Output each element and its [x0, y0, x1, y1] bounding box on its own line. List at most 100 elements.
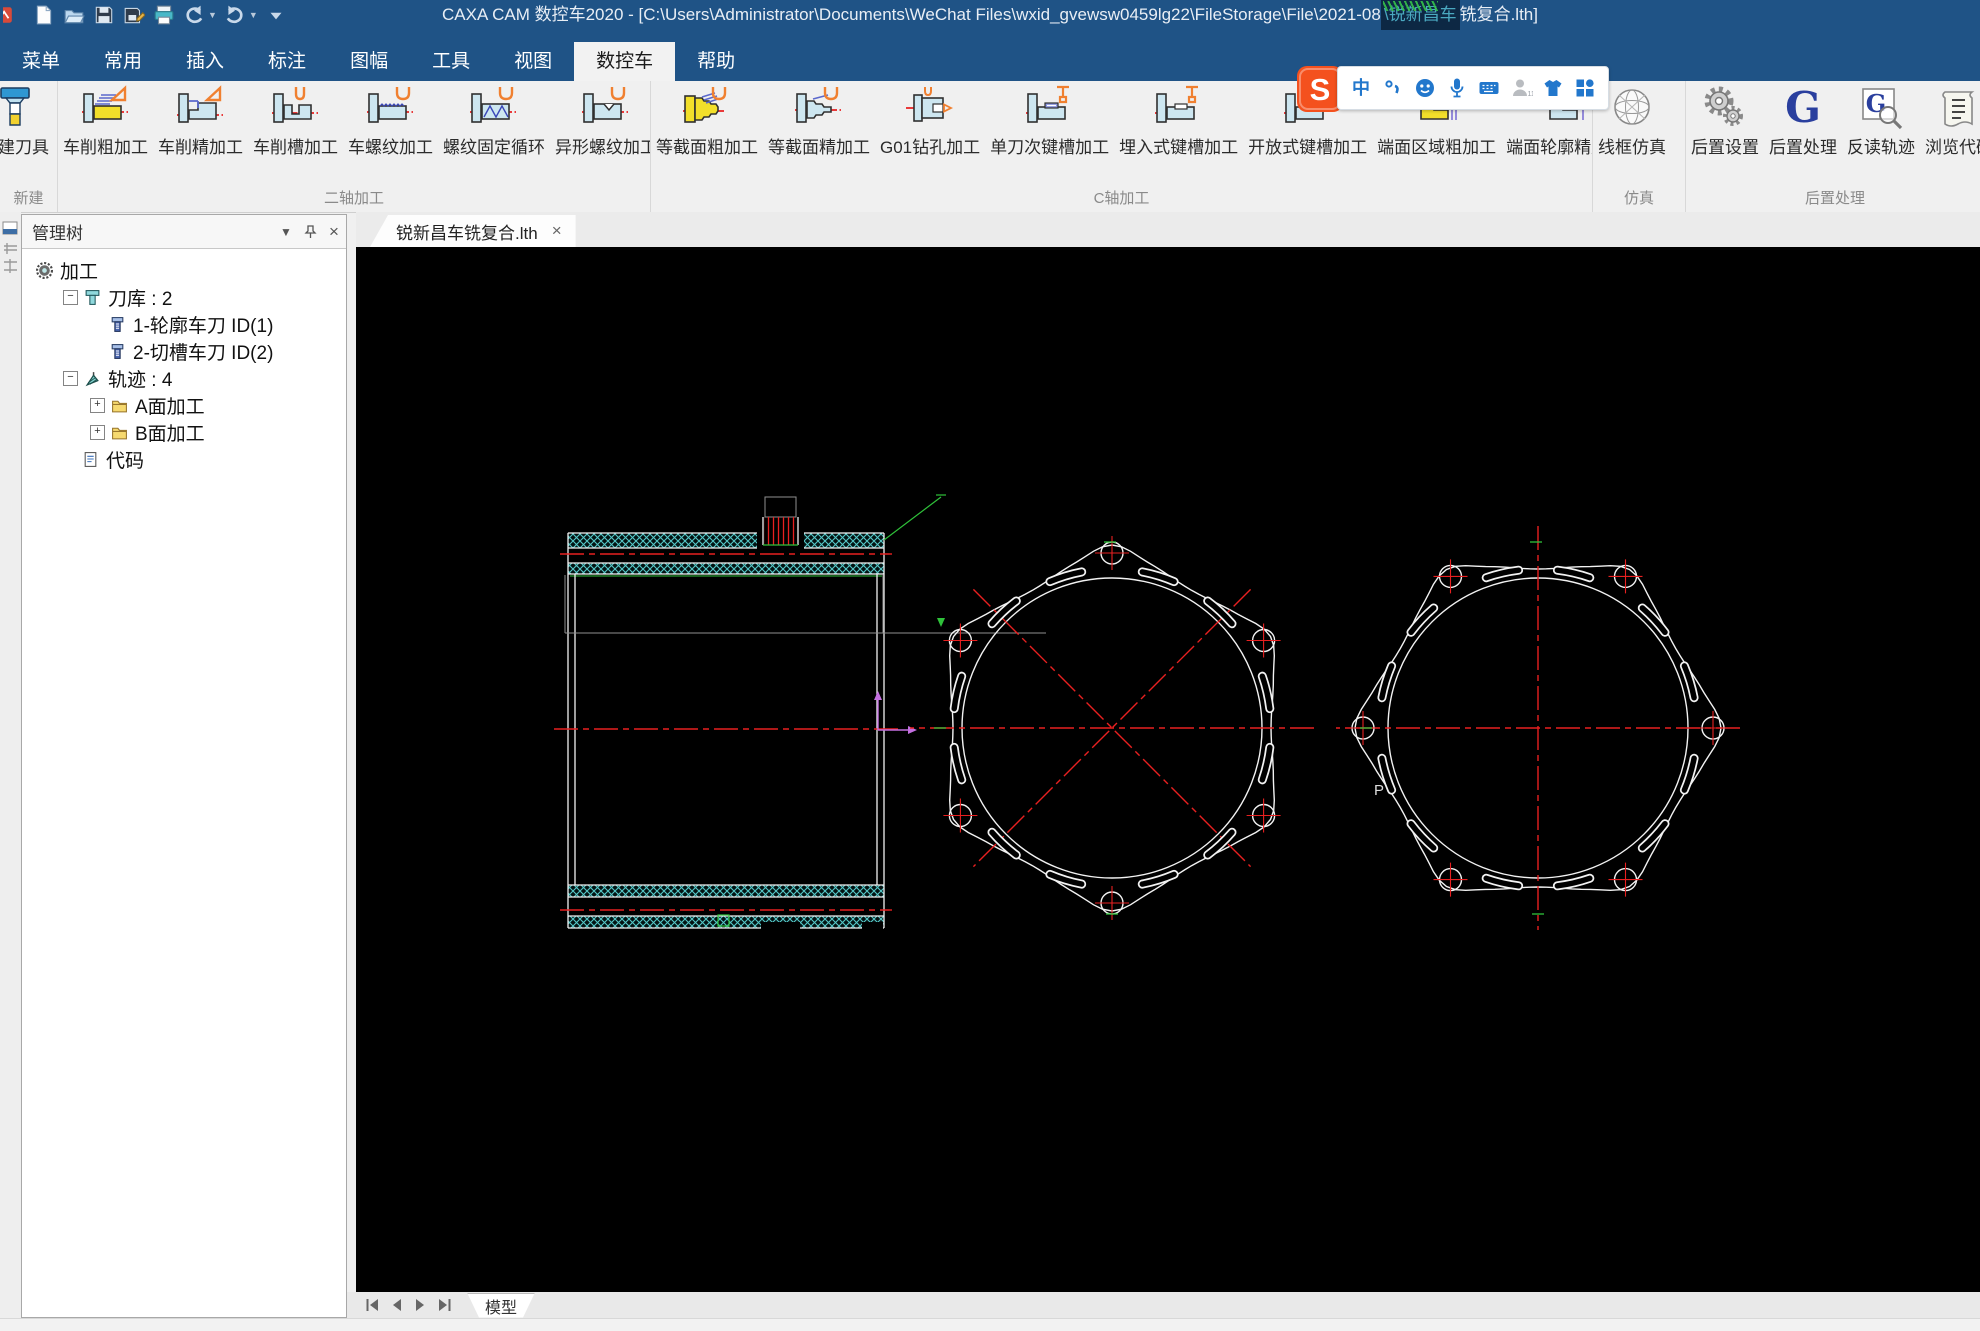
ribbon-button-单刀次键槽加工[interactable]: 单刀次键槽加工: [985, 81, 1114, 158]
tab-close-icon[interactable]: ×: [552, 221, 562, 241]
ribbon-button-label: 端面区域粗加工: [1377, 133, 1496, 158]
nav-prev-icon[interactable]: [385, 1296, 407, 1314]
ribbon-button-label: 车削粗加工: [63, 133, 148, 158]
collapse-box-icon[interactable]: −: [63, 290, 78, 305]
nav-next-icon[interactable]: [409, 1296, 431, 1314]
keyslot-embed-icon: [1154, 85, 1204, 131]
ribbon-group-buttons: 后置设置G后置处理G反读轨迹浏览代码: [1686, 81, 1980, 184]
sogou-ime-toolbar: S 中11: [1297, 64, 1609, 112]
ribbon-button-浏览代码[interactable]: 浏览代码: [1920, 81, 1980, 158]
ribbon-button-创建刀具[interactable]: 创建刀具: [0, 81, 54, 158]
ribbon-group-新建: 创建刀具新建: [0, 81, 58, 212]
turn-finish-icon: [176, 85, 226, 131]
ribbon-button-反读轨迹[interactable]: G反读轨迹: [1842, 81, 1920, 158]
ribbon-button-label: 端面轮廓精加工: [1506, 133, 1593, 158]
tree-item-B面加工[interactable]: + B面加工: [22, 419, 346, 446]
chinese-mode-icon[interactable]: 中: [1348, 76, 1374, 100]
tree-item-刀库 : 2[interactable]: −刀库 : 2: [22, 284, 346, 311]
collapse-box-icon[interactable]: −: [63, 371, 78, 386]
bottom-nav-strip: 模型: [347, 1292, 1980, 1318]
left-dock-icons[interactable]: [0, 212, 21, 282]
ime-hatch-marks: [1383, 1, 1438, 11]
profile-icon[interactable]: 11: [1508, 76, 1534, 100]
ribbon-button-车削粗加工[interactable]: 车削粗加工: [58, 81, 153, 158]
read-track-icon: G: [1856, 85, 1906, 131]
ribbon-button-等截面粗加工[interactable]: 等截面粗加工: [651, 81, 763, 158]
toolbox-icon[interactable]: [1572, 76, 1598, 100]
ribbon-button-label: 浏览代码: [1925, 133, 1980, 158]
ribbon-button-label: 等截面精加工: [768, 133, 870, 158]
sogou-icon-bar: 中 11: [1337, 66, 1609, 110]
menu-tab-数控车[interactable]: 数控车: [574, 42, 675, 81]
wireframe-sim-icon: [1607, 85, 1657, 131]
nav-last-icon[interactable]: [433, 1296, 455, 1314]
tree-item-label: 加工: [60, 257, 98, 284]
ribbon-button-螺纹固定循环[interactable]: 螺纹固定循环: [438, 81, 550, 158]
ribbon-button-等截面精加工[interactable]: 等截面精加工: [763, 81, 875, 158]
application-window: ▼▼ CAXA CAM 数控车2020 - [C:\Users\Administ…: [0, 0, 1980, 1331]
svg-text:11: 11: [1528, 91, 1534, 98]
tool-lib-icon: [84, 289, 101, 306]
ribbon-button-label: 车削槽加工: [253, 133, 338, 158]
section-rough-icon: [682, 85, 732, 131]
ribbon-button-异形螺纹加工[interactable]: 异形螺纹加工: [550, 81, 651, 158]
punctuation-icon[interactable]: [1380, 76, 1406, 100]
keyboard-icon[interactable]: [1476, 76, 1502, 100]
tree-item-加工[interactable]: 加工: [22, 257, 346, 284]
ribbon-button-后置设置[interactable]: 后置设置: [1686, 81, 1764, 158]
tree-item-1-轮廓车刀 ID(1)[interactable]: 1-轮廓车刀 ID(1): [22, 311, 346, 338]
window-title: CAXA CAM 数控车2020 - [C:\Users\Administrat…: [0, 0, 1980, 30]
menu-tab-帮助[interactable]: 帮助: [675, 42, 757, 81]
window-title-after: 铣复合.lth]: [1460, 5, 1538, 24]
menu-tab-视图[interactable]: 视图: [492, 42, 574, 81]
ribbon-group-buttons: 车削粗加工车削精加工车削槽加工车螺纹加工螺纹固定循环异形螺纹加工: [58, 81, 650, 184]
post-settings-icon: [1700, 85, 1750, 131]
menu-tab-插入[interactable]: 插入: [164, 42, 246, 81]
ime-composition-overlay: \锐新昌车: [1381, 0, 1460, 30]
tree-item-label: 2-切槽车刀 ID(2): [133, 338, 273, 365]
tree-item-label: 代码: [106, 446, 144, 473]
drill-g01-icon: [905, 85, 955, 131]
ribbon-button-label: 等截面粗加工: [656, 133, 758, 158]
panel-header: 管理树 ▼ ×: [22, 215, 346, 249]
machining-icon: [36, 262, 53, 279]
tree-item-A面加工[interactable]: +A面加工: [22, 392, 346, 419]
nav-first-icon[interactable]: [361, 1296, 383, 1314]
dropdown-arrow-icon[interactable]: ▼: [274, 221, 298, 243]
document-tab[interactable]: 锐新昌车铣复合.lth ×: [370, 215, 576, 247]
ribbon-button-车螺纹加工[interactable]: 车螺纹加工: [343, 81, 438, 158]
ribbon-group-caption: C轴加工: [651, 187, 1592, 208]
tree-item-2-切槽车刀 ID(2)[interactable]: 2-切槽车刀 ID(2): [22, 338, 346, 365]
ribbon-button-label: 车削精加工: [158, 133, 243, 158]
document-tab-bar: 锐新昌车铣复合.lth ×: [356, 212, 1980, 247]
microphone-icon[interactable]: [1444, 76, 1470, 100]
pin-icon[interactable]: [298, 221, 322, 243]
menu-tab-标注[interactable]: 标注: [246, 42, 328, 81]
ribbon-button-G01钻孔加工[interactable]: G01钻孔加工: [875, 81, 985, 158]
ribbon-button-埋入式键槽加工[interactable]: 埋入式键槽加工: [1114, 81, 1243, 158]
tree-item-轨迹 : 4[interactable]: −轨迹 : 4: [22, 365, 346, 392]
menu-tab-常用[interactable]: 常用: [82, 42, 164, 81]
ribbon-button-车削槽加工[interactable]: 车削槽加工: [248, 81, 343, 158]
tree-item-label: B面加工: [135, 419, 205, 446]
cad-drawing: P: [356, 247, 1980, 1292]
svg-text:中: 中: [1352, 77, 1370, 98]
menu-tab-图幅[interactable]: 图幅: [328, 42, 410, 81]
ribbon-button-后置处理[interactable]: G后置处理: [1764, 81, 1842, 158]
drawing-canvas[interactable]: P: [356, 247, 1980, 1292]
folder-icon: [111, 424, 128, 441]
emoji-icon[interactable]: [1412, 76, 1438, 100]
model-tab-label: 模型: [485, 1294, 517, 1318]
menu-tab-菜单[interactable]: 菜单: [0, 42, 82, 81]
close-icon[interactable]: ×: [322, 221, 346, 243]
ribbon-button-车削精加工[interactable]: 车削精加工: [153, 81, 248, 158]
menu-tab-工具[interactable]: 工具: [410, 42, 492, 81]
title-bar: ▼▼ CAXA CAM 数控车2020 - [C:\Users\Administ…: [0, 0, 1980, 30]
ribbon-group-caption: 二轴加工: [58, 187, 650, 208]
tree-item-label: 轨迹 : 4: [108, 365, 172, 392]
expand-box-icon[interactable]: +: [90, 398, 105, 413]
skin-icon[interactable]: [1540, 76, 1566, 100]
model-tab[interactable]: 模型: [467, 1293, 535, 1318]
tree-item-代码[interactable]: 代码: [22, 446, 346, 473]
expand-box-icon[interactable]: +: [90, 425, 105, 440]
